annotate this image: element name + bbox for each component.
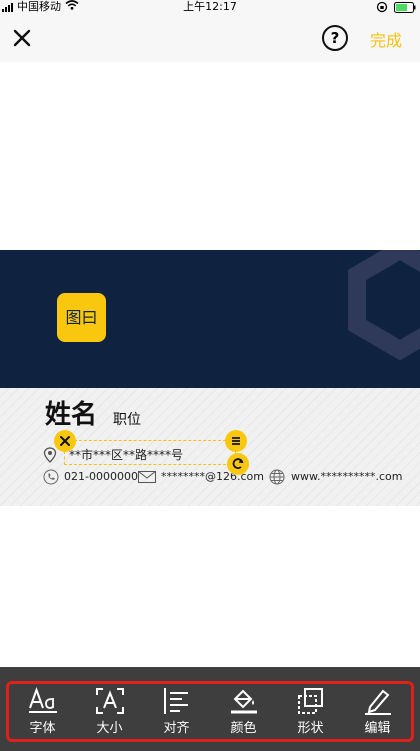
- tool-size-label: 大小: [96, 721, 123, 736]
- close-icon: [13, 29, 31, 47]
- tool-edit[interactable]: 编辑: [348, 687, 408, 736]
- tool-font-label: 字体: [29, 721, 56, 736]
- tool-edit-label: 编辑: [364, 721, 391, 736]
- phone-text[interactable]: 021-0000000: [64, 470, 138, 483]
- size-icon: [95, 688, 124, 714]
- font-icon: [28, 687, 57, 713]
- tool-shape-label: 形状: [297, 721, 324, 736]
- status-time: 上午12:17: [183, 0, 237, 13]
- close-button[interactable]: [10, 26, 34, 50]
- help-button[interactable]: ?: [322, 25, 348, 51]
- tool-shape[interactable]: 形状: [281, 687, 341, 736]
- status-bar: 中国移动 上午12:17: [0, 0, 420, 14]
- location-pin-icon: [43, 446, 57, 463]
- card-name[interactable]: 姓名: [45, 394, 97, 431]
- tool-align[interactable]: 对齐: [147, 687, 207, 736]
- logo-block[interactable]: 图曰: [57, 293, 106, 342]
- globe-icon: [269, 469, 285, 488]
- edit-pencil-icon: [364, 689, 391, 715]
- tool-color-label: 颜色: [230, 721, 257, 736]
- shape-icon: [297, 688, 323, 714]
- tool-align-label: 对齐: [163, 721, 190, 736]
- text-selection-box[interactable]: [64, 440, 236, 465]
- tool-size[interactable]: 大小: [80, 687, 140, 736]
- tool-font[interactable]: 字体: [13, 687, 73, 736]
- rotate-icon: [232, 458, 244, 469]
- website-text[interactable]: www.**********.com: [291, 470, 402, 483]
- phone-icon: [43, 469, 59, 488]
- menu-icon: [232, 437, 240, 445]
- done-button[interactable]: 完成: [370, 27, 402, 51]
- card-position[interactable]: 职位: [113, 409, 141, 429]
- color-bucket-icon: [230, 689, 257, 714]
- tool-color[interactable]: 颜色: [214, 687, 274, 736]
- rotate-element-button[interactable]: [227, 453, 249, 475]
- bottom-toolbar: 字体 大小 对齐 颜色 形状 编辑: [6, 681, 414, 742]
- email-icon: [138, 471, 156, 486]
- nav-bar: ? 完成: [0, 14, 420, 62]
- align-icon: [163, 688, 188, 714]
- close-icon: [60, 436, 70, 446]
- hexagon-decoration-icon: [348, 250, 420, 360]
- delete-element-button[interactable]: [54, 430, 76, 452]
- email-text[interactable]: ********@126.com: [161, 470, 264, 483]
- element-menu-button[interactable]: [225, 430, 247, 452]
